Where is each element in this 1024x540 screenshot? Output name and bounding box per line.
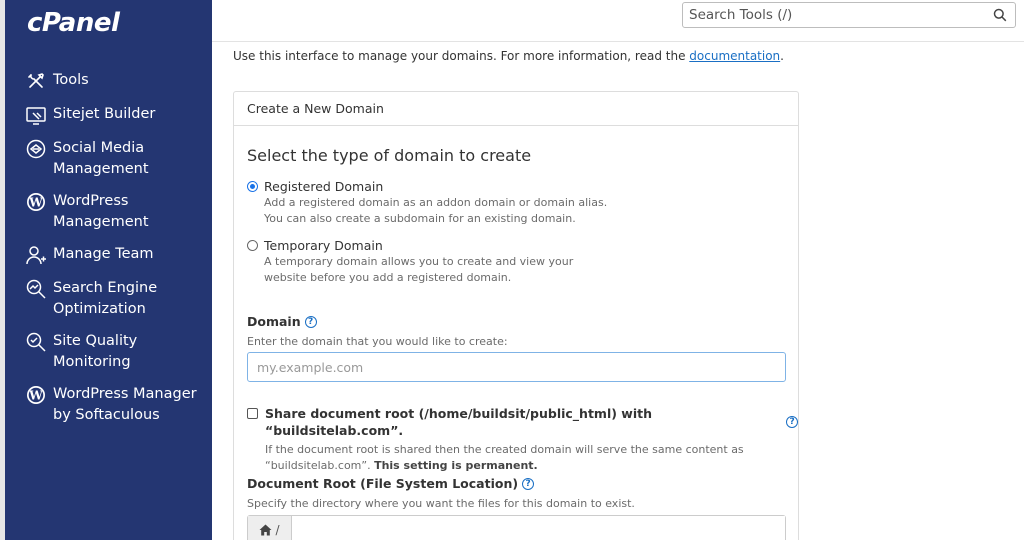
docroot-label: Document Root (File System Location) ?: [247, 476, 535, 491]
help-icon[interactable]: ?: [304, 315, 317, 328]
create-domain-panel: Create a New Domain Select the type of d…: [233, 91, 799, 540]
sidebar-item-label: Site Quality Monitoring: [53, 333, 138, 370]
option-description: A temporary domain allows you to create …: [264, 255, 574, 268]
sidebar-item-wordpress[interactable]: W WordPress Management: [5, 191, 212, 232]
top-bar: [212, 0, 1024, 42]
home-icon: [259, 524, 272, 536]
docroot-prefix: /: [248, 516, 292, 540]
share-docroot-label: Share document root (/home/buildsit/publ…: [265, 405, 798, 439]
sidebar-item-manage-team[interactable]: Manage Team: [5, 244, 212, 266]
section-title: Select the type of domain to create: [247, 146, 532, 165]
domain-input[interactable]: [247, 352, 786, 382]
option-registered-domain[interactable]: Registered Domain Add a registered domai…: [247, 178, 607, 226]
sidebar-nav: Tools Sitejet Builder Social Media Manag…: [5, 70, 212, 437]
sidebar: cPanel Tools Sitejet Builder Social Medi…: [5, 0, 212, 540]
sidebar-item-label: WordPress Manager by Softaculous: [53, 386, 197, 423]
svg-text:W: W: [28, 389, 43, 403]
sidebar-item-wordpress-manager[interactable]: W WordPress Manager by Softaculous: [5, 384, 212, 425]
domain-hint: Enter the domain that you would like to …: [247, 335, 508, 348]
sidebar-item-tools[interactable]: Tools: [5, 70, 212, 92]
share-docroot-row[interactable]: Share document root (/home/buildsit/publ…: [247, 405, 798, 473]
sidebar-item-label: WordPress Management: [53, 193, 149, 230]
docroot-hint: Specify the directory where you want the…: [247, 497, 635, 510]
sidebar-item-site-quality[interactable]: Site Quality Monitoring: [5, 331, 212, 372]
sidebar-item-label: Social Media Management: [53, 140, 149, 177]
svg-text:W: W: [28, 196, 43, 210]
share-docroot-description: If the document root is shared then the …: [265, 443, 744, 472]
panel-header: Create a New Domain: [234, 92, 798, 126]
documentation-link[interactable]: documentation: [689, 49, 780, 63]
option-temporary-domain[interactable]: Temporary Domain A temporary domain allo…: [247, 237, 573, 285]
search-icon[interactable]: [989, 4, 1011, 26]
sidebar-item-label: Sitejet Builder: [53, 106, 156, 122]
sidebar-item-label: Manage Team: [53, 246, 154, 262]
docroot-input[interactable]: [292, 516, 785, 540]
share-docroot-checkbox[interactable]: [247, 408, 258, 419]
temporary-domain-radio[interactable]: [247, 240, 258, 251]
search-box[interactable]: [682, 2, 1016, 28]
app-window: cPanel Tools Sitejet Builder Social Medi…: [0, 0, 1024, 540]
team-icon: [25, 244, 47, 266]
domain-label: Domain ?: [247, 314, 317, 329]
social-media-icon: [25, 138, 47, 160]
sidebar-item-sitejet[interactable]: Sitejet Builder: [5, 104, 212, 126]
docroot-field: /: [247, 515, 786, 540]
seo-icon: [25, 278, 47, 300]
search-input[interactable]: [683, 4, 989, 26]
help-icon[interactable]: ?: [522, 477, 535, 490]
main-content: Use this interface to manage your domain…: [212, 0, 1024, 540]
sitejet-icon: [25, 104, 47, 126]
option-label: Registered Domain: [264, 179, 384, 194]
sidebar-item-label: Search Engine Optimization: [53, 280, 158, 317]
sidebar-item-label: Tools: [53, 72, 89, 88]
option-label: Temporary Domain: [264, 238, 383, 253]
tools-icon: [25, 70, 47, 92]
option-description: You can also create a subdomain for an e…: [264, 211, 576, 225]
cpanel-logo[interactable]: cPanel: [27, 8, 120, 38]
help-icon[interactable]: ?: [786, 416, 798, 428]
option-description: Add a registered domain as an addon doma…: [264, 196, 608, 209]
option-description: website before you add a registered doma…: [264, 270, 512, 284]
registered-domain-radio[interactable]: [247, 181, 258, 192]
intro-text: Use this interface to manage your domain…: [233, 49, 784, 63]
site-quality-icon: [25, 331, 47, 353]
wordpress-icon: W: [25, 384, 47, 406]
sidebar-item-social-media[interactable]: Social Media Management: [5, 138, 212, 179]
wordpress-icon: W: [25, 191, 47, 213]
sidebar-item-seo[interactable]: Search Engine Optimization: [5, 278, 212, 319]
